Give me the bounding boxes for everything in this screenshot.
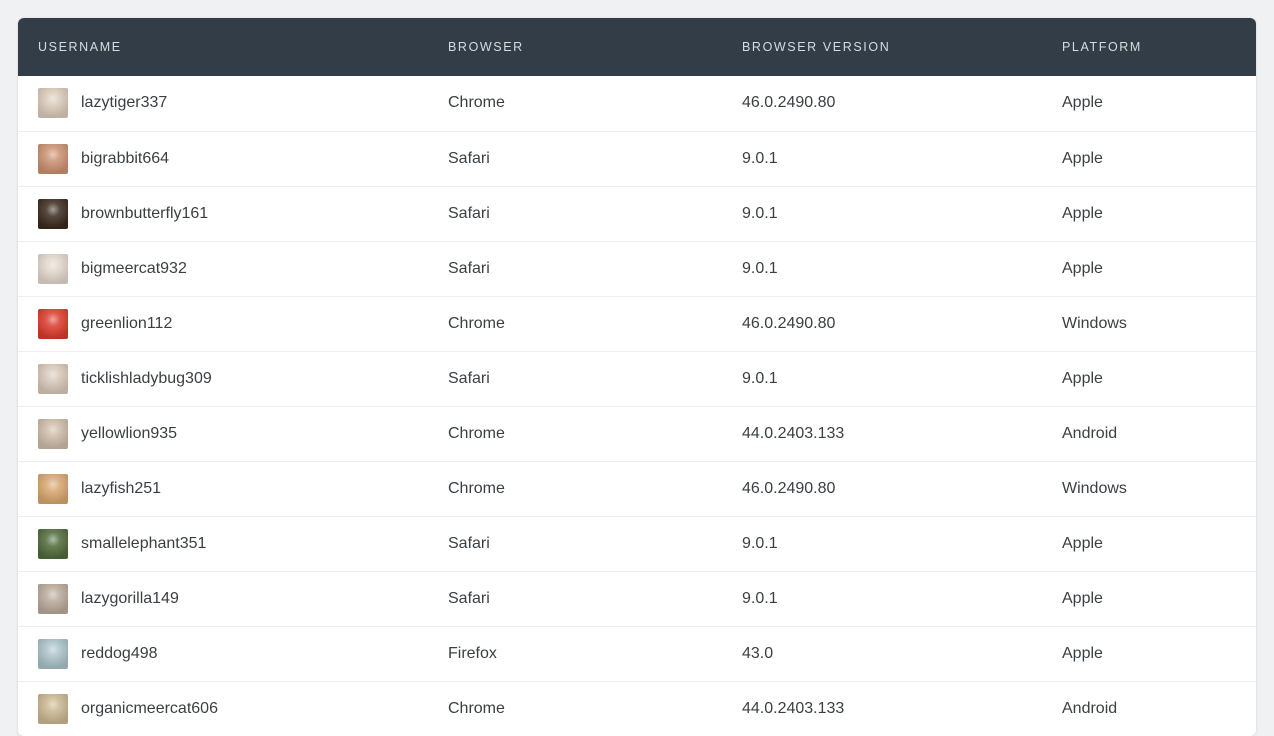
table-row[interactable]: lazygorilla149 Safari9.0.1Apple xyxy=(18,571,1256,626)
cell-platform: Android xyxy=(1042,681,1256,736)
avatar xyxy=(38,419,68,449)
cell-browser: Chrome xyxy=(428,681,722,736)
table-row[interactable]: bigmeercat932 Safari9.0.1Apple xyxy=(18,241,1256,296)
cell-browser: Safari xyxy=(428,131,722,186)
table-row[interactable]: yellowlion935 Chrome44.0.2403.133Android xyxy=(18,406,1256,461)
table-header-row: USERNAME BROWSER BROWSER VERSION PLATFOR… xyxy=(18,18,1256,76)
cell-browser: Safari xyxy=(428,186,722,241)
cell-browser-version: 46.0.2490.80 xyxy=(722,76,1042,131)
cell-browser: Chrome xyxy=(428,76,722,131)
cell-platform: Apple xyxy=(1042,351,1256,406)
username-text: bigmeercat932 xyxy=(81,260,187,278)
cell-browser-version: 44.0.2403.133 xyxy=(722,406,1042,461)
table-row[interactable]: reddog498 Firefox43.0Apple xyxy=(18,626,1256,681)
table-row[interactable]: ticklishladybug309 Safari9.0.1Apple xyxy=(18,351,1256,406)
cell-browser-version: 9.0.1 xyxy=(722,351,1042,406)
cell-browser-version: 43.0 xyxy=(722,626,1042,681)
cell-browser: Chrome xyxy=(428,461,722,516)
avatar xyxy=(38,529,68,559)
table-row[interactable]: brownbutterfly161 Safari9.0.1Apple xyxy=(18,186,1256,241)
avatar xyxy=(38,584,68,614)
cell-platform: Apple xyxy=(1042,76,1256,131)
cell-browser: Firefox xyxy=(428,626,722,681)
cell-platform: Apple xyxy=(1042,571,1256,626)
column-header-platform[interactable]: PLATFORM xyxy=(1042,18,1256,76)
username-text: yellowlion935 xyxy=(81,425,177,443)
cell-username: bigrabbit664 xyxy=(18,131,428,186)
users-table-card: USERNAME BROWSER BROWSER VERSION PLATFOR… xyxy=(18,18,1256,736)
avatar xyxy=(38,309,68,339)
username-text: organicmeercat606 xyxy=(81,700,218,718)
username-text: lazygorilla149 xyxy=(81,590,179,608)
username-text: reddog498 xyxy=(81,645,158,663)
table-row[interactable]: lazytiger337 Chrome46.0.2490.80Apple xyxy=(18,76,1256,131)
avatar xyxy=(38,144,68,174)
avatar xyxy=(38,694,68,724)
table-row[interactable]: smallelephant351 Safari9.0.1Apple xyxy=(18,516,1256,571)
cell-username: lazytiger337 xyxy=(18,76,428,131)
avatar xyxy=(38,364,68,394)
cell-platform: Windows xyxy=(1042,296,1256,351)
username-text: bigrabbit664 xyxy=(81,150,169,168)
cell-browser: Safari xyxy=(428,351,722,406)
cell-username: bigmeercat932 xyxy=(18,241,428,296)
cell-platform: Android xyxy=(1042,406,1256,461)
cell-browser-version: 9.0.1 xyxy=(722,516,1042,571)
cell-username: greenlion112 xyxy=(18,296,428,351)
cell-username: reddog498 xyxy=(18,626,428,681)
avatar xyxy=(38,88,68,118)
cell-browser-version: 9.0.1 xyxy=(722,186,1042,241)
username-text: brownbutterfly161 xyxy=(81,205,208,223)
cell-browser-version: 9.0.1 xyxy=(722,571,1042,626)
cell-username: yellowlion935 xyxy=(18,406,428,461)
username-text: lazytiger337 xyxy=(81,94,167,112)
cell-platform: Apple xyxy=(1042,516,1256,571)
cell-platform: Apple xyxy=(1042,186,1256,241)
cell-username: smallelephant351 xyxy=(18,516,428,571)
cell-username: ticklishladybug309 xyxy=(18,351,428,406)
cell-browser: Safari xyxy=(428,571,722,626)
cell-username: brownbutterfly161 xyxy=(18,186,428,241)
cell-platform: Apple xyxy=(1042,626,1256,681)
cell-browser-version: 46.0.2490.80 xyxy=(722,461,1042,516)
cell-platform: Apple xyxy=(1042,131,1256,186)
cell-browser-version: 9.0.1 xyxy=(722,241,1042,296)
cell-username: organicmeercat606 xyxy=(18,681,428,736)
column-header-username[interactable]: USERNAME xyxy=(18,18,428,76)
users-table: USERNAME BROWSER BROWSER VERSION PLATFOR… xyxy=(18,18,1256,736)
cell-platform: Apple xyxy=(1042,241,1256,296)
username-text: lazyfish251 xyxy=(81,480,161,498)
cell-browser-version: 44.0.2403.133 xyxy=(722,681,1042,736)
avatar xyxy=(38,639,68,669)
cell-username: lazyfish251 xyxy=(18,461,428,516)
table-row[interactable]: organicmeercat606 Chrome44.0.2403.133Andr… xyxy=(18,681,1256,736)
column-header-browser-version[interactable]: BROWSER VERSION xyxy=(722,18,1042,76)
username-text: smallelephant351 xyxy=(81,535,206,553)
cell-browser: Safari xyxy=(428,241,722,296)
cell-platform: Windows xyxy=(1042,461,1256,516)
avatar xyxy=(38,474,68,504)
cell-browser-version: 9.0.1 xyxy=(722,131,1042,186)
avatar xyxy=(38,199,68,229)
cell-browser: Safari xyxy=(428,516,722,571)
cell-browser: Chrome xyxy=(428,406,722,461)
username-text: greenlion112 xyxy=(81,315,172,333)
username-text: ticklishladybug309 xyxy=(81,370,212,388)
table-row[interactable]: greenlion112 Chrome46.0.2490.80Windows xyxy=(18,296,1256,351)
cell-browser: Chrome xyxy=(428,296,722,351)
table-row[interactable]: bigrabbit664 Safari9.0.1Apple xyxy=(18,131,1256,186)
cell-browser-version: 46.0.2490.80 xyxy=(722,296,1042,351)
cell-username: lazygorilla149 xyxy=(18,571,428,626)
table-row[interactable]: lazyfish251 Chrome46.0.2490.80Windows xyxy=(18,461,1256,516)
column-header-browser[interactable]: BROWSER xyxy=(428,18,722,76)
avatar xyxy=(38,254,68,284)
